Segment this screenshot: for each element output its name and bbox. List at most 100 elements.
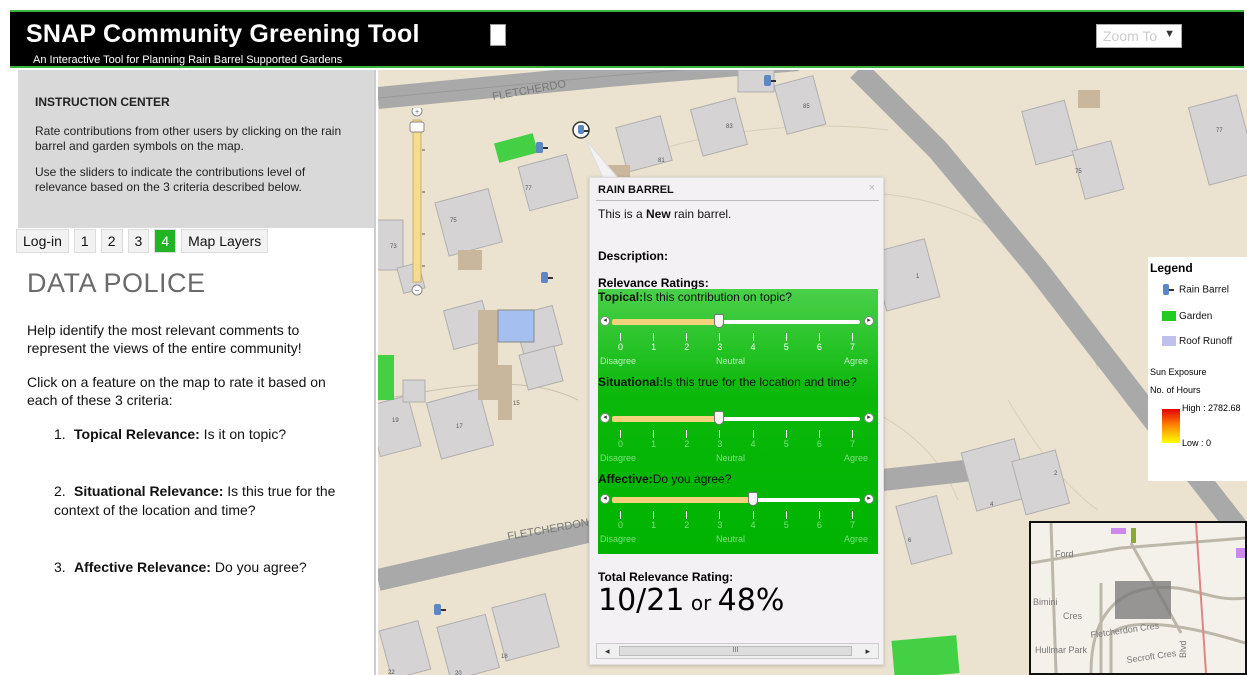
instruction-center: INSTRUCTION CENTER Rate contributions fr…	[18, 70, 374, 228]
popup-intro: This is a New rain barrel.	[598, 207, 731, 221]
slider-tick-label: 6	[816, 342, 822, 352]
hours-label: No. of Hours	[1150, 385, 1201, 395]
slider-right-end[interactable]: ▸	[864, 494, 874, 504]
popup-scrollbar[interactable]: ◂ III ▸	[596, 643, 879, 659]
criterion-label: Topical:Is this contribution on topic?	[598, 290, 792, 304]
slider-tick	[818, 430, 820, 438]
criterion-label: Situational:Is this true for the locatio…	[598, 376, 868, 388]
slider-right-end[interactable]: ▸	[864, 413, 874, 423]
tab-1[interactable]: 1	[73, 229, 96, 253]
scroll-thumb[interactable]: III	[619, 646, 852, 656]
tab-log-in[interactable]: Log-in	[16, 229, 69, 253]
overview-label: Hullmar Park	[1035, 645, 1088, 655]
scale-mid-label: Neutral	[716, 453, 746, 463]
slider-left-end[interactable]: ◂	[600, 494, 610, 504]
total-score: 10/21	[598, 583, 685, 618]
zoom-thumb[interactable]	[409, 121, 425, 133]
rain-barrel-icon	[1163, 284, 1174, 295]
criterion-question: Is this contribution on topic?	[643, 290, 792, 304]
ramp-high-label: High : 2782.68	[1182, 403, 1241, 413]
criteria-name: Situational Relevance:	[74, 483, 224, 499]
legend-item: Garden	[1162, 311, 1212, 322]
criteria-number: 1.	[54, 426, 66, 442]
slider-tick	[620, 333, 621, 341]
house-number: 75	[1075, 169, 1082, 175]
slider-tick-label: 0	[617, 439, 623, 449]
tab-4[interactable]: 4	[154, 229, 177, 253]
slider-thumb[interactable]	[747, 492, 758, 506]
popup-title: RAIN BARREL	[598, 184, 674, 196]
slider-tick	[620, 430, 621, 438]
zoom-in-icon[interactable]: +	[415, 109, 419, 116]
slider-tick-label: 3	[717, 439, 723, 449]
slider-left-end[interactable]: ◂	[600, 413, 610, 423]
affective-slider[interactable]: ◂ ▸ 0 1 2 3 4 5 6 7 Disagree Neutral Agree	[598, 492, 878, 544]
instruction-text-2: Use the sliders to indicate the contribu…	[35, 165, 306, 194]
zoom-to-select[interactable]: Zoom To ▼	[1096, 24, 1182, 48]
house-number: 15	[513, 401, 520, 407]
zoom-out-icon[interactable]: −	[415, 286, 420, 295]
intro-paragraph-2: Click on a feature on the map to rate it…	[27, 374, 326, 408]
slider-tick-label: 4	[750, 342, 756, 352]
total-rating-value: 10/21 or 48%	[598, 583, 784, 618]
criteria-name: Topical Relevance:	[74, 426, 200, 442]
slider-tick	[785, 430, 787, 438]
slider-tick-label: 0	[617, 342, 623, 352]
slider-left-end[interactable]: ◂	[600, 316, 610, 326]
house-number: 73	[390, 244, 397, 250]
map-view[interactable]: FLETCHERDO FLETCHERDON 85 83 81 77 75 73…	[378, 70, 1247, 675]
slider-tick	[818, 333, 820, 341]
slider-fill	[612, 497, 753, 503]
zoom-slider[interactable]: + −	[408, 105, 426, 298]
app-title: SNAP Community Greening Tool	[26, 20, 420, 48]
instruction-text-1: Rate contributions from other users by c…	[35, 124, 342, 153]
slider-right-end[interactable]: ▸	[864, 316, 874, 326]
slider-tick-label: 2	[684, 520, 690, 530]
slider-tick-label: 1	[651, 439, 657, 449]
feature-popup: RAIN BARREL × This is a New rain barrel.…	[589, 177, 884, 665]
legend-title: Legend	[1150, 261, 1193, 275]
slider-thumb[interactable]	[714, 314, 725, 328]
total-or: or	[684, 591, 718, 615]
slider-tick-label: 1	[651, 520, 657, 530]
slider-tick-label: 7	[849, 520, 855, 530]
house-number: 81	[658, 158, 665, 164]
overview-label: Bimini	[1033, 597, 1058, 607]
topical-slider[interactable]: ◂ ▸ 0 1 2 3 4 5 6 7 Disagree Neutral Agree	[598, 314, 878, 366]
description-label: Description:	[598, 249, 669, 263]
criteria-item: 3. Affective Relevance: Do you agree?	[54, 558, 360, 577]
situational-slider[interactable]: ◂ ▸ 0 1 2 3 4 5 6 7 Disagree Neutral Agree	[598, 411, 878, 463]
scale-max-label: Agree	[844, 534, 869, 544]
slider-tick-label: 5	[783, 520, 789, 530]
close-icon[interactable]: ×	[869, 182, 875, 194]
intro-text: This is a	[598, 207, 647, 221]
tab-2[interactable]: 2	[100, 229, 123, 253]
scale-min-label: Disagree	[600, 453, 637, 463]
scale-min-label: Disagree	[600, 356, 637, 366]
house-number: 18	[501, 654, 508, 660]
overview-label: Blvd	[1178, 640, 1188, 658]
house-number: 17	[456, 424, 463, 430]
header-input-box[interactable]	[490, 24, 506, 46]
scale-mid-label: Neutral	[716, 356, 746, 366]
total-label: Total Relevance Rating:	[598, 570, 734, 584]
overview-label: Ford	[1055, 549, 1074, 559]
house-number: 19	[392, 418, 399, 424]
scroll-right-icon[interactable]: ▸	[865, 644, 870, 658]
slider-tick	[686, 430, 688, 438]
intro-status: New	[646, 207, 671, 221]
selected-marker-icon[interactable]	[572, 121, 590, 139]
scroll-left-icon[interactable]: ◂	[605, 644, 610, 658]
overview-map[interactable]: Ford Bimini Cres Fletcherdon Cres Hullma…	[1029, 521, 1247, 675]
total-percent: 48%	[717, 583, 785, 618]
tab-map-layers[interactable]: Map Layers	[181, 229, 269, 253]
slider-tick-label: 2	[684, 342, 690, 352]
slider-thumb[interactable]	[714, 411, 725, 425]
tab-3[interactable]: 3	[127, 229, 150, 253]
slider-tick	[686, 333, 688, 341]
slider-tick-label: 1	[651, 342, 657, 352]
zoom-to-label: Zoom To	[1103, 28, 1158, 44]
overview-extent[interactable]	[1115, 581, 1171, 619]
criteria-number: 3.	[54, 559, 66, 575]
house-number: 20	[455, 671, 462, 675]
